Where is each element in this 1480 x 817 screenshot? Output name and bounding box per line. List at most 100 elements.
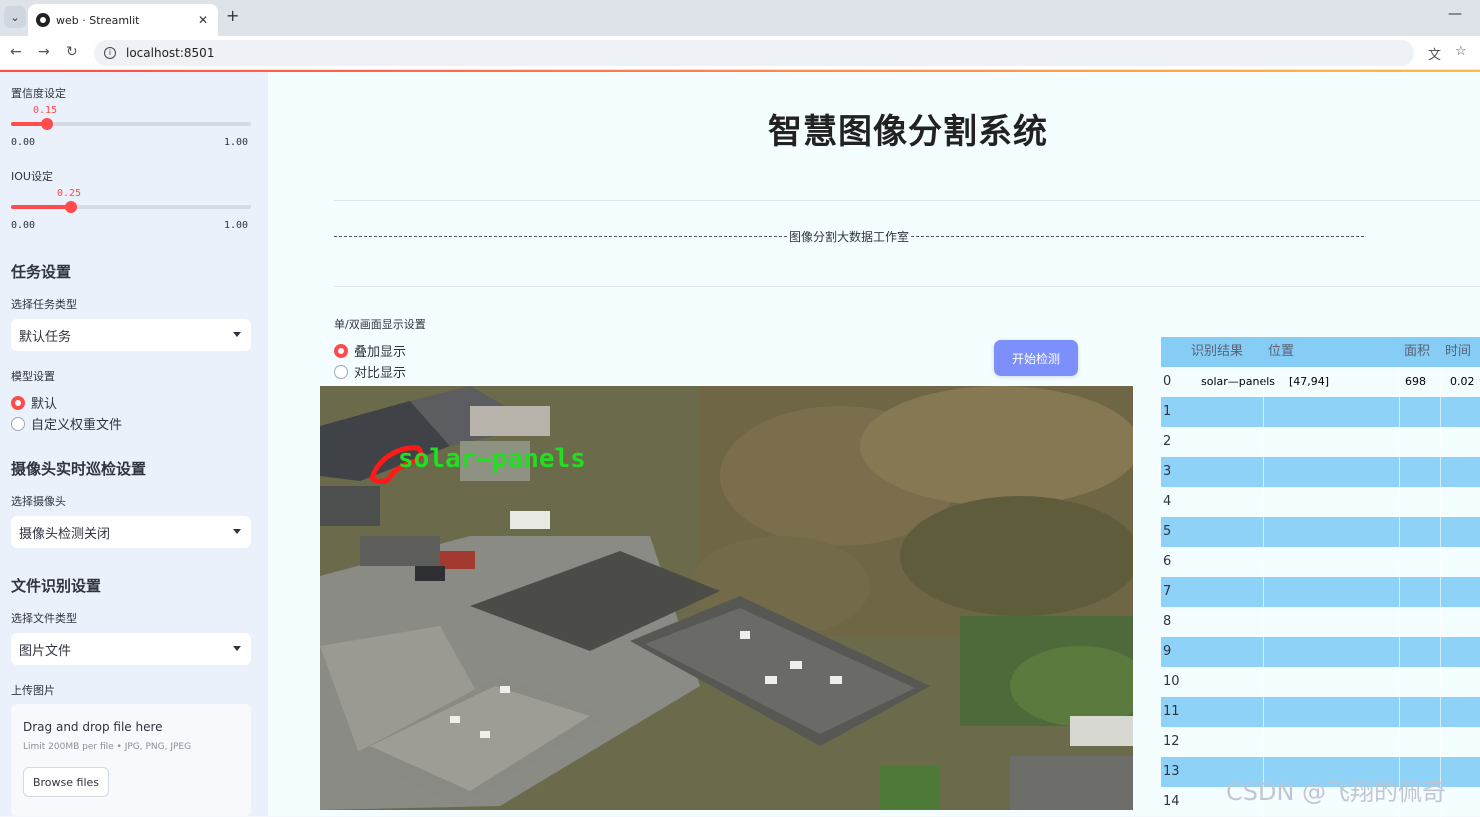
row-index: 12 [1163, 734, 1180, 749]
divider [334, 286, 1480, 287]
table-row[interactable]: 7 [1161, 577, 1480, 607]
iou-slider[interactable] [11, 201, 251, 213]
column-header[interactable]: 位置 [1268, 337, 1294, 367]
table-row[interactable]: 2 [1161, 427, 1480, 457]
table-row[interactable]: 10 [1161, 667, 1480, 697]
column-divider [1440, 667, 1441, 697]
close-tab-icon[interactable]: ✕ [198, 13, 208, 27]
url-input[interactable]: i localhost:8501 [94, 40, 1414, 66]
column-divider [1399, 667, 1400, 697]
bookmark-star-icon[interactable]: ☆ [1455, 44, 1467, 59]
iou-slider-thumb[interactable] [65, 201, 77, 213]
streamlit-favicon-icon [36, 13, 50, 27]
column-header[interactable]: 时间 [1445, 337, 1471, 367]
confidence-max: 1.00 [224, 137, 249, 148]
column-divider [1399, 697, 1400, 727]
column-divider [1399, 517, 1400, 547]
iou-max: 1.00 [224, 220, 249, 231]
table-row[interactable]: 6 [1161, 547, 1480, 577]
display-mode-overlay[interactable]: 叠加显示 [334, 341, 406, 360]
column-divider [1263, 577, 1264, 607]
subtitle-row: 图像分割大数据工作室 [334, 228, 1365, 245]
column-divider [1440, 397, 1441, 427]
camera-select[interactable]: 摄像头检测关闭 [11, 516, 251, 548]
start-detection-button[interactable]: 开始检测 [994, 340, 1078, 376]
task-type-label: 选择任务类型 [11, 298, 77, 311]
confidence-slider-thumb[interactable] [41, 118, 53, 130]
site-info-icon[interactable]: i [104, 47, 116, 59]
column-divider [1399, 397, 1400, 427]
table-row[interactable]: 11 [1161, 697, 1480, 727]
column-divider [1263, 397, 1264, 427]
tab-bar: ⌄ web · Streamlit ✕ + — [0, 0, 1480, 36]
model-option-custom[interactable]: 自定义权重文件 [11, 414, 122, 433]
model-option-default[interactable]: 默认 [11, 393, 57, 412]
camera-heading: 摄像头实时巡检设置 [11, 460, 147, 478]
row-index: 6 [1163, 554, 1172, 569]
forward-arrow-icon[interactable]: → [38, 44, 50, 60]
table-row[interactable]: 8 [1161, 607, 1480, 637]
row-index: 5 [1163, 524, 1172, 539]
column-divider [1263, 547, 1264, 577]
minimize-icon[interactable]: — [1448, 6, 1462, 22]
table-row[interactable]: 0 solar—panels [47,94] 698 0.02 [1161, 367, 1480, 397]
reload-icon[interactable]: ↻ [66, 44, 78, 60]
column-divider [1399, 367, 1400, 397]
csdn-watermark: CSDN @飞翔的佩奇 [1226, 778, 1447, 806]
model-option-label: 默认 [31, 397, 58, 412]
iou-label: IOU设定 [11, 170, 53, 183]
radio-unselected-icon[interactable] [11, 416, 25, 431]
url-text: localhost:8501 [126, 46, 215, 60]
table-row[interactable]: 5 [1161, 517, 1480, 547]
table-row[interactable]: 3 [1161, 457, 1480, 487]
column-divider [1440, 697, 1441, 727]
column-divider [1399, 637, 1400, 667]
upload-title: Drag and drop file here [23, 720, 163, 734]
back-arrow-icon[interactable]: ← [10, 44, 22, 60]
task-heading: 任务设置 [11, 263, 72, 281]
column-divider [1399, 577, 1400, 607]
row-index: 10 [1163, 674, 1180, 689]
browse-files-button[interactable]: Browse files [23, 767, 109, 797]
table-row[interactable]: 9 [1161, 637, 1480, 667]
detection-class-label: solar—panels [398, 444, 586, 474]
table-row[interactable]: 12 [1161, 727, 1480, 757]
row-index: 0 [1163, 374, 1172, 389]
column-divider [1440, 547, 1441, 577]
tab-title: web · Streamlit [56, 13, 140, 27]
column-divider [1263, 697, 1264, 727]
confidence-min: 0.00 [11, 137, 36, 148]
column-divider [1440, 517, 1441, 547]
model-option-label: 自定义权重文件 [31, 418, 123, 433]
aerial-photo-graphic: solar—panels [320, 386, 1133, 810]
table-row[interactable]: 1 [1161, 397, 1480, 427]
column-header[interactable]: 识别结果 [1191, 337, 1243, 367]
display-mode-compare[interactable]: 对比显示 [334, 362, 406, 381]
chevron-down-icon [233, 646, 241, 651]
column-header[interactable]: 面积 [1404, 337, 1430, 367]
camera-label: 选择摄像头 [11, 495, 66, 508]
radio-unselected-icon[interactable] [334, 364, 348, 379]
table-row[interactable]: 4 [1161, 487, 1480, 517]
confidence-slider[interactable] [11, 118, 251, 130]
file-type-select[interactable]: 图片文件 [11, 633, 251, 665]
translate-icon[interactable]: 文 [1428, 44, 1441, 63]
file-uploader-dropzone[interactable]: Drag and drop file here Limit 200MB per … [11, 704, 251, 816]
page-title: 智慧图像分割系统 [768, 112, 1048, 152]
task-type-select[interactable]: 默认任务 [11, 319, 251, 351]
row-index: 3 [1163, 464, 1172, 479]
browser-tab[interactable]: web · Streamlit ✕ [28, 4, 218, 36]
iou-value: 0.25 [57, 188, 82, 199]
divider [334, 200, 1480, 201]
model-label: 模型设置 [11, 370, 55, 383]
column-divider [1440, 577, 1441, 607]
column-divider [1263, 667, 1264, 697]
column-divider [1440, 607, 1441, 637]
radio-selected-icon[interactable] [11, 395, 25, 410]
new-tab-icon[interactable]: + [226, 6, 239, 25]
tab-search-chevron-icon[interactable]: ⌄ [4, 6, 26, 28]
column-divider [1440, 637, 1441, 667]
radio-selected-icon[interactable] [334, 343, 348, 358]
iou-min: 0.00 [11, 220, 36, 231]
column-divider [1399, 727, 1400, 757]
